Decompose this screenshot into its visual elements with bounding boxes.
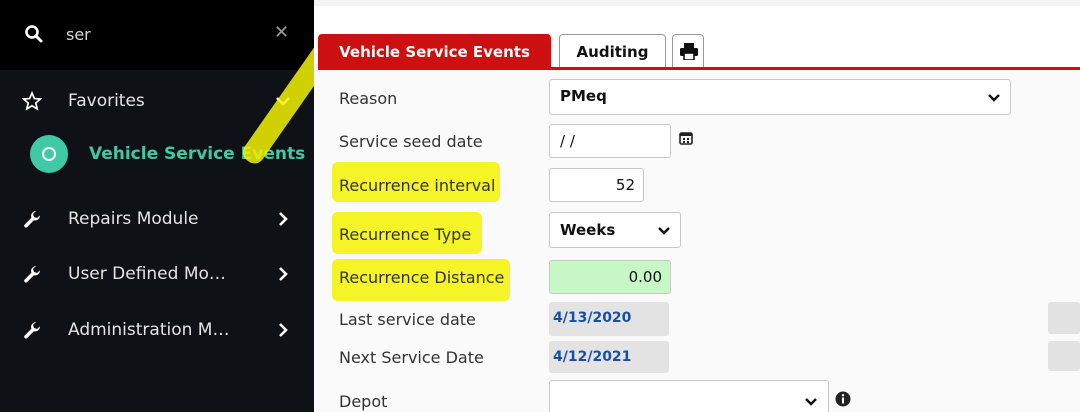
sidebar-item-label: Administration M… [68, 320, 230, 340]
depot-label: Depot [339, 392, 388, 411]
wrench-icon [24, 322, 40, 339]
app-window: ser ✕ Favorites Vehicle Service Events R… [0, 0, 1080, 412]
wrench-icon [24, 211, 40, 228]
side-panel-block [1048, 341, 1080, 371]
service-seed-date-field[interactable]: / / [549, 124, 671, 158]
tab-vehicle-service-events[interactable]: Vehicle Service Events [318, 34, 551, 68]
depot-select[interactable] [549, 380, 829, 412]
top-strip [314, 0, 1080, 6]
side-panel-block [1048, 302, 1080, 334]
service-seed-date-label: Service seed date [339, 132, 483, 151]
last-service-date-label: Last service date [339, 310, 476, 329]
sidebar-item-repairs-module[interactable]: Repairs Module [0, 198, 314, 242]
reason-select[interactable]: PMeq [549, 79, 1011, 115]
service-seed-date-value: / / [560, 132, 575, 150]
next-service-date-value: 4/12/2021 [553, 349, 632, 365]
tab-auditing[interactable]: Auditing [559, 34, 666, 68]
recurrence-interval-field[interactable]: 52 [549, 168, 644, 202]
wrench-icon [24, 266, 40, 283]
print-button[interactable] [672, 34, 704, 68]
reason-label: Reason [339, 89, 398, 108]
recurrence-interval-value: 52 [615, 176, 635, 194]
search-input[interactable]: ser [66, 25, 91, 44]
chevron-right-icon [279, 267, 288, 281]
sidebar-item-user-defined-modules[interactable]: User Defined Mo… [0, 253, 314, 297]
recurrence-distance-value: 0.00 [628, 268, 662, 286]
sidebar: ser ✕ Favorites Vehicle Service Events R… [0, 0, 372, 412]
sidebar-item-label: Vehicle Service Events [89, 144, 306, 164]
close-icon[interactable]: ✕ [274, 22, 289, 43]
search-icon[interactable] [24, 24, 44, 44]
recurrence-type-value: Weeks [560, 221, 616, 239]
chevron-down-icon [658, 227, 670, 235]
sidebar-item-label: User Defined Mo… [68, 264, 226, 284]
last-service-date-value: 4/13/2020 [553, 310, 632, 326]
star-outline-icon [22, 91, 42, 111]
chevron-down-icon [805, 398, 817, 406]
print-icon [680, 43, 698, 60]
recurrence-type-label: Recurrence Type [339, 225, 472, 244]
recurrence-interval-label: Recurrence interval [339, 176, 496, 195]
chevron-down-icon [988, 94, 1000, 102]
recurrence-distance-label: Recurrence Distance [339, 268, 505, 287]
chevron-right-icon [279, 323, 288, 337]
service-event-form: Reason PMeq Service seed date / / Recurr… [314, 70, 1080, 412]
calendar-icon[interactable] [679, 131, 693, 145]
last-service-date-field: 4/13/2020 [549, 302, 669, 336]
next-service-date-label: Next Service Date [339, 348, 484, 367]
sidebar-item-label: Favorites [68, 91, 145, 111]
info-icon[interactable] [835, 391, 851, 407]
next-service-date-field: 4/12/2021 [549, 341, 669, 373]
recurrence-type-select[interactable]: Weeks [549, 212, 681, 248]
sidebar-item-administration[interactable]: Administration M… [0, 309, 314, 353]
circle-icon [30, 135, 68, 173]
sidebar-item-label: Repairs Module [68, 209, 199, 229]
main-content: Vehicle Service Events Auditing Reason P… [314, 0, 1080, 412]
reason-value: PMeq [560, 87, 607, 105]
recurrence-distance-field[interactable]: 0.00 [549, 260, 671, 294]
chevron-right-icon [279, 212, 288, 226]
sidebar-search: ser ✕ [0, 0, 314, 70]
